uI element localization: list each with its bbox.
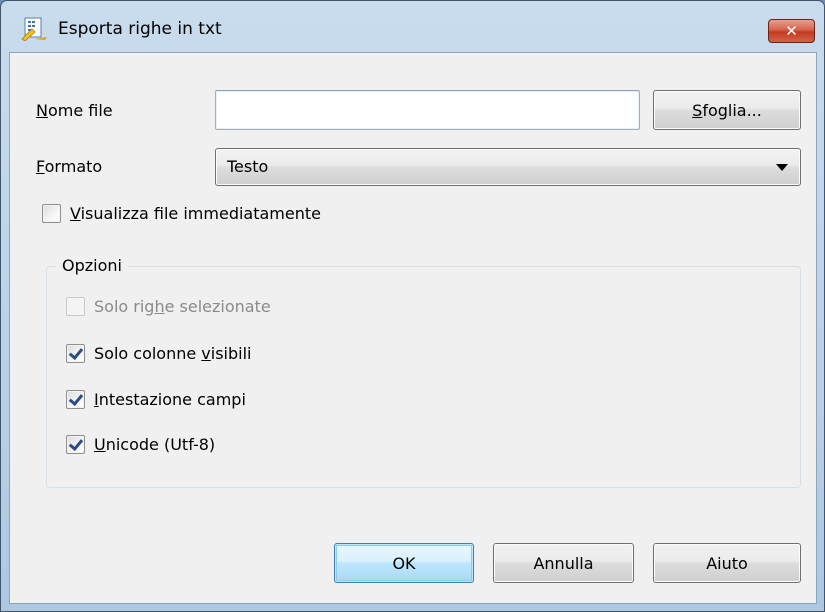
unicode-label[interactable]: Unicode (Utf-8) [94, 435, 215, 454]
options-group-title: Opzioni [56, 256, 128, 275]
title-bar[interactable]: Esporta righe in txt ✕ [1, 1, 824, 45]
field-header-label[interactable]: Intestazione campi [94, 390, 246, 409]
dialog-body: Nome file Sfoglia... Formato Testo Visua… [9, 52, 817, 604]
field-header-checkbox[interactable] [66, 390, 85, 409]
format-label: Formato [36, 157, 103, 176]
format-select[interactable]: Testo [215, 148, 801, 186]
chevron-down-icon [776, 164, 788, 171]
close-button[interactable]: ✕ [768, 19, 815, 43]
filename-label: Nome file [36, 101, 113, 120]
format-selected-value: Testo [227, 157, 269, 176]
ok-button[interactable]: OK [334, 543, 474, 583]
selected-rows-label: Solo righe selezionate [94, 297, 271, 316]
selected-rows-checkbox[interactable] [66, 297, 85, 316]
window-title: Esporta righe in txt [58, 19, 222, 39]
cancel-button[interactable]: Annulla [493, 543, 634, 583]
unicode-checkbox[interactable] [66, 435, 85, 454]
export-doc-icon [21, 17, 47, 41]
view-immediately-checkbox[interactable] [42, 204, 61, 223]
help-button[interactable]: Aiuto [653, 543, 801, 583]
dialog-window: Esporta righe in txt ✕ Nome file Sfoglia… [0, 0, 825, 612]
browse-button[interactable]: Sfoglia... [653, 90, 801, 130]
close-icon: ✕ [785, 22, 798, 40]
visible-columns-checkbox[interactable] [66, 344, 85, 363]
view-immediately-label[interactable]: Visualizza file immediatamente [70, 204, 321, 223]
visible-columns-label[interactable]: Solo colonne visibili [94, 344, 251, 363]
filename-input[interactable] [215, 90, 640, 130]
